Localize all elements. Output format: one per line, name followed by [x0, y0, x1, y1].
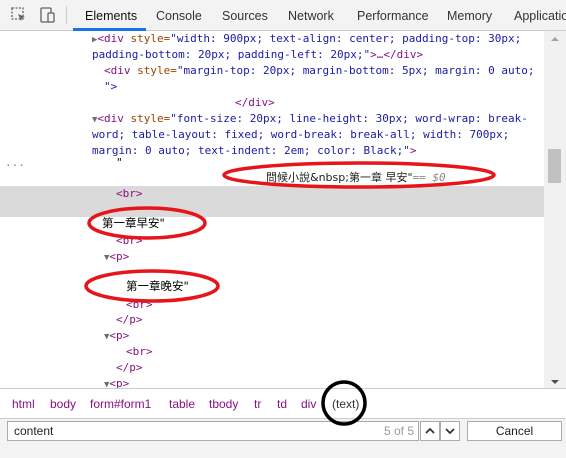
devtools-toolbar: Elements Console Sources Network Perform… [0, 0, 566, 31]
breadcrumb-tr[interactable]: tr [254, 389, 261, 419]
next-match-button[interactable] [440, 421, 460, 441]
tab-memory[interactable]: Memory [447, 0, 492, 31]
dom-line-p[interactable]: ▼<p> [104, 328, 544, 344]
attr-value: "font-size: 20px; line-height: 30px; wor… [170, 112, 528, 125]
previous-match-button[interactable] [420, 421, 440, 441]
scroll-down-arrow-icon[interactable] [544, 374, 566, 388]
dom-line-p-close[interactable]: </p> [116, 312, 544, 328]
tag-open: <div [97, 112, 124, 125]
dom-line: word; table-layout: fixed; word-break: b… [92, 127, 544, 143]
dom-line-br[interactable]: <br> [126, 297, 544, 313]
tag-br: <br> [126, 345, 153, 358]
attr-value: word; table-layout: fixed; word-break: b… [92, 128, 510, 141]
console-ref-label: == $0 [412, 171, 446, 184]
dom-line: padding-bottom: 20px; padding-left: 20px… [92, 47, 544, 63]
attr-name: style= [123, 32, 171, 45]
chevron-up-icon [425, 427, 435, 434]
device-toolbar-icon[interactable] [39, 6, 57, 24]
dom-line-p[interactable]: ▼<p> [104, 249, 544, 265]
tag-br: <br> [116, 234, 143, 247]
dom-line-div-margin[interactable]: <div style="margin-top: 20px; margin-bot… [104, 63, 544, 79]
inspect-element-icon[interactable] [10, 6, 28, 24]
tab-console[interactable]: Console [156, 0, 202, 31]
dom-line-div-close[interactable]: </div> [235, 95, 544, 111]
attr-name: style= [123, 112, 171, 125]
tag-open: <div [97, 32, 124, 45]
attr-value: "width: 900px; text-align: center; paddi… [170, 32, 522, 45]
tab-application[interactable]: Application [514, 0, 566, 31]
dom-line-br[interactable]: <br> [116, 186, 544, 202]
tab-elements[interactable]: Elements [85, 0, 137, 31]
dom-tree-panel: ▶<div style="width: 900px; text-align: c… [0, 31, 544, 388]
tag-p: <p> [109, 377, 130, 388]
match-count: 5 of 5 [384, 424, 415, 438]
breadcrumb-td[interactable]: td [277, 389, 287, 419]
breadcrumb-form[interactable]: form#form1 [90, 389, 151, 419]
scroll-up-arrow-icon[interactable] [544, 31, 566, 45]
attr-value: "> [104, 80, 118, 93]
tag-br: <br> [116, 187, 143, 200]
breadcrumb: html body form#form1 table tbody tr td d… [0, 388, 566, 418]
tag-p-close: </p> [116, 313, 143, 326]
attr-name: style= [130, 64, 177, 77]
tag-open: <div [104, 64, 131, 77]
text-node-evening[interactable]: 第一章晚安" [126, 278, 544, 294]
breadcrumb-text[interactable]: (text) [332, 389, 359, 419]
tab-sources[interactable]: Sources [222, 0, 268, 31]
cancel-button[interactable]: Cancel [467, 421, 562, 441]
vertical-scrollbar[interactable] [544, 31, 566, 388]
scrollbar-thumb[interactable] [548, 149, 561, 183]
dom-line-br[interactable]: <br> [126, 344, 544, 360]
breadcrumb-tbody[interactable]: tbody [209, 389, 238, 419]
tab-network[interactable]: Network [288, 0, 334, 31]
dom-line-p-close[interactable]: </p> [116, 360, 544, 376]
breadcrumb-body[interactable]: body [50, 389, 76, 419]
breadcrumb-table[interactable]: table [169, 389, 195, 419]
chevron-down-icon [445, 428, 455, 435]
search-input[interactable]: content [7, 421, 419, 441]
breadcrumb-div[interactable]: div [301, 389, 316, 419]
text-node-morning[interactable]: 第一章早安" [102, 215, 544, 231]
attr-value: padding-bottom: 20px; padding-left: 20px… [92, 48, 371, 61]
toolbar-divider [66, 6, 67, 24]
selected-text-value: 問候小說&nbsp;第一章 早安" [266, 171, 413, 184]
text-node-quote: " [116, 156, 123, 169]
tag-p-close: </p> [116, 361, 143, 374]
search-bar: content 5 of 5 Cancel [0, 418, 566, 458]
breadcrumb-html[interactable]: html [12, 389, 35, 419]
dom-line: "> [104, 79, 544, 95]
tag-br: <br> [126, 298, 153, 311]
tag-close: >…</div> [370, 48, 424, 61]
dom-line-div-padding[interactable]: ▶<div style="width: 900px; text-align: c… [92, 31, 544, 47]
attr-value: "margin-top: 20px; margin-bottom: 5px; m… [176, 64, 535, 77]
tag-p: <p> [109, 250, 130, 263]
selected-text-node[interactable]: 問候小說&nbsp;第一章 早安"== $0 [266, 170, 544, 186]
tag-close: </div> [235, 96, 275, 109]
tab-performance[interactable]: Performance [357, 0, 429, 31]
tag-p: <p> [109, 329, 130, 342]
dom-line-p[interactable]: ▼<p> [104, 376, 544, 388]
dom-line-div-font[interactable]: ▼<div style="font-size: 20px; line-heigh… [92, 111, 544, 127]
dom-line-br[interactable]: <br> [116, 233, 544, 249]
